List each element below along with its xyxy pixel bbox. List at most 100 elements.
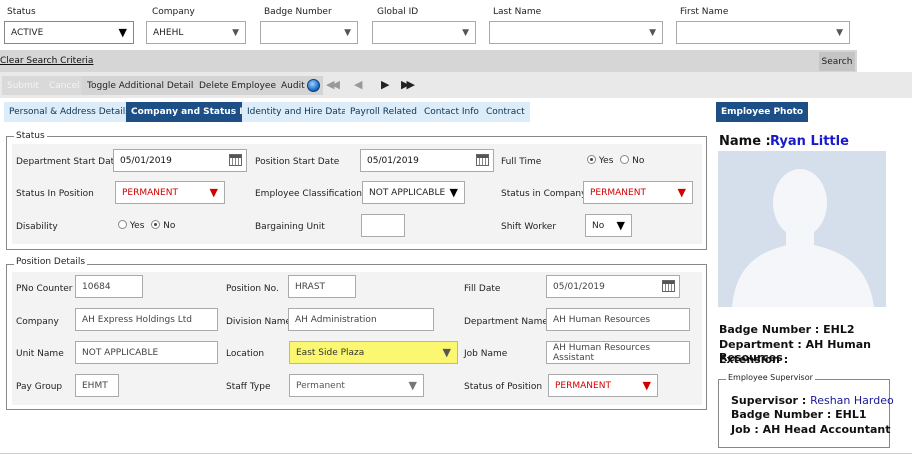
position-no-label: Position No.: [226, 284, 279, 294]
pos-start-date-value: 05/01/2019: [367, 155, 419, 166]
company-field[interactable]: AH Express Holdings Ltd: [75, 308, 218, 331]
chevron-down-icon: ▼: [677, 186, 686, 199]
employee-badge: Badge Number : EHL2: [719, 323, 855, 336]
status-in-company-select[interactable]: PERMANENT ▼: [583, 181, 693, 204]
last-record-icon[interactable]: ▶▶: [401, 78, 415, 91]
dept-start-date-field[interactable]: 05/01/2019: [113, 149, 247, 172]
pno-counter-label: PNo Counter: [16, 284, 73, 294]
status-of-position-label: Status of Position: [464, 382, 543, 392]
calendar-icon[interactable]: [229, 154, 242, 166]
dept-start-date-value: 05/01/2019: [120, 155, 172, 166]
job-name-field[interactable]: AH Human Resources Assistant: [546, 341, 690, 364]
tab-payroll-related[interactable]: Payroll Related: [345, 102, 422, 122]
fill-date-value: 05/01/2019: [553, 281, 605, 292]
disability-yes-label: Yes: [129, 221, 145, 231]
clear-search-link[interactable]: Clear Search Criteria: [0, 56, 93, 66]
position-details-legend: Position Details: [14, 257, 88, 267]
unit-name-label: Unit Name: [16, 349, 64, 359]
cancel-button[interactable]: Cancel: [44, 76, 85, 95]
division-name-field[interactable]: AH Administration: [288, 308, 434, 331]
pay-group-field[interactable]: EHMT: [75, 374, 119, 397]
last-name-select[interactable]: ▼: [489, 21, 663, 44]
status-of-position-select[interactable]: PERMANENT ▼: [548, 374, 658, 397]
employee-name-label: Name :: [719, 134, 771, 149]
bargaining-unit-field[interactable]: [361, 214, 405, 237]
audit-button[interactable]: Audit: [276, 76, 323, 95]
full-time-yes-radio[interactable]: [587, 155, 596, 164]
toggle-additional-details-button[interactable]: Toggle Additional Details: [82, 76, 204, 95]
calendar-icon[interactable]: [476, 154, 489, 166]
emp-class-value: NOT APPLICABLE: [369, 187, 446, 198]
disability-no-label: No: [163, 221, 176, 231]
emp-class-select[interactable]: NOT APPLICABLE ▼: [362, 181, 465, 204]
supervisor-legend: Employee Supervisor: [726, 373, 815, 382]
submit-button[interactable]: Submit: [2, 76, 44, 95]
full-time-yes-label: Yes: [598, 156, 614, 166]
pay-group-value: EHMT: [82, 380, 108, 391]
status-in-position-label: Status In Position: [16, 189, 94, 199]
disability-yes-radio[interactable]: [118, 220, 127, 229]
chevron-down-icon: ▼: [616, 219, 625, 232]
company-field-label: Company: [16, 317, 59, 327]
staff-type-label: Staff Type: [226, 382, 271, 392]
emp-class-label: Employee Classifications: [255, 189, 367, 199]
company-select[interactable]: AHEHL ▼: [146, 21, 246, 44]
chevron-down-icon: ▼: [649, 27, 656, 38]
status-legend: Status: [14, 131, 47, 141]
status-select[interactable]: ACTIVE ▼: [4, 21, 134, 44]
company-label: Company: [152, 7, 195, 17]
bottom-divider: [0, 453, 912, 454]
last-name-label: Last Name: [493, 7, 542, 17]
global-id-select[interactable]: ▼: [372, 21, 476, 44]
supervisor-job: Job : AH Head Accountant: [731, 423, 891, 436]
disability-radio-group: Yes No: [118, 220, 175, 231]
tab-personal-address[interactable]: Personal & Address Details: [4, 102, 135, 122]
calendar-icon[interactable]: [662, 280, 675, 292]
fill-date-field[interactable]: 05/01/2019: [546, 275, 680, 298]
chevron-down-icon: ▼: [232, 27, 239, 38]
division-name-value: AH Administration: [295, 314, 377, 325]
status-in-position-select[interactable]: PERMANENT ▼: [115, 181, 225, 204]
employee-name: Ryan Little: [770, 134, 849, 149]
avatar-placeholder-icon: [732, 169, 874, 307]
staff-type-select[interactable]: Permanent ▼: [289, 374, 424, 397]
first-name-select[interactable]: ▼: [676, 21, 850, 44]
position-no-field[interactable]: HRAST: [288, 275, 356, 298]
pay-group-label: Pay Group: [16, 382, 63, 392]
bargaining-unit-label: Bargaining Unit: [255, 222, 325, 232]
chevron-down-icon: ▼: [408, 379, 417, 392]
next-record-icon[interactable]: ▶: [381, 78, 389, 91]
department-name-field[interactable]: AH Human Resources: [546, 308, 690, 331]
search-button[interactable]: Search: [819, 52, 855, 71]
shift-worker-select[interactable]: No ▼: [585, 214, 632, 237]
tab-contact-info[interactable]: Contact Info: [419, 102, 484, 122]
chevron-down-icon: ▼: [442, 346, 451, 359]
previous-record-icon[interactable]: ◀: [354, 78, 362, 91]
tab-contract[interactable]: Contract: [481, 102, 530, 122]
job-name-value: AH Human Resources Assistant: [553, 342, 651, 363]
first-record-icon[interactable]: ◀◀: [326, 78, 340, 91]
full-time-no-radio[interactable]: [620, 155, 630, 164]
company-field-value: AH Express Holdings Ltd: [82, 314, 192, 325]
disability-label: Disability: [16, 222, 58, 232]
status-in-position-value: PERMANENT: [122, 187, 178, 198]
location-select[interactable]: East Side Plaza ▼: [289, 341, 458, 364]
chevron-down-icon: ▼: [449, 186, 458, 199]
audit-label: Audit: [281, 80, 305, 91]
full-time-radio-group: Yes No: [587, 155, 644, 166]
department-name-label: Department Name: [464, 317, 548, 327]
status-in-company-value: PERMANENT: [590, 187, 646, 198]
full-time-no-label: No: [632, 156, 645, 166]
tab-identity-hire[interactable]: Identity and Hire Data: [242, 102, 352, 122]
delete-employee-button[interactable]: Delete Employee: [194, 76, 282, 95]
unit-name-field[interactable]: NOT APPLICABLE: [75, 341, 218, 364]
disability-no-radio[interactable]: [151, 220, 161, 229]
chevron-down-icon: ▼: [209, 186, 218, 199]
shift-worker-value: No: [592, 220, 605, 231]
chevron-down-icon: ▼: [642, 379, 651, 392]
badge-number-select[interactable]: ▼: [260, 21, 358, 44]
pos-start-date-field[interactable]: 05/01/2019: [360, 149, 494, 172]
pno-counter-field[interactable]: 10684: [75, 275, 143, 298]
tab-employee-photo[interactable]: Employee Photo: [716, 102, 809, 122]
chevron-down-icon: ▼: [344, 27, 351, 38]
